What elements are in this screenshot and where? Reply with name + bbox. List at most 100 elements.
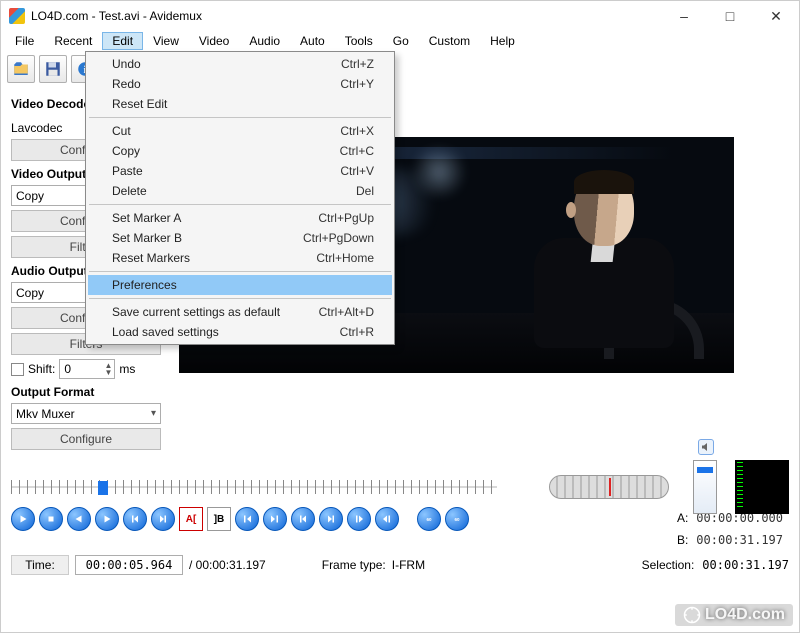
menu-tools[interactable]: Tools — [335, 32, 383, 50]
menuitem-shortcut: Ctrl+C — [340, 144, 374, 158]
close-button[interactable]: ✕ — [753, 1, 799, 31]
stop-button[interactable] — [39, 507, 63, 531]
open-file-button[interactable] — [7, 55, 35, 83]
titlebar: LO4D.com - Test.avi - Avidemux – □ ✕ — [1, 1, 799, 31]
menuitem-label: Preferences — [112, 278, 177, 292]
shift-checkbox[interactable] — [11, 363, 24, 376]
menuitem-label: Load saved settings — [112, 325, 219, 339]
volume-slider[interactable] — [693, 460, 717, 514]
menu-view[interactable]: View — [143, 32, 189, 50]
selection-label: Selection: — [642, 558, 695, 572]
menuitem-label: Delete — [112, 184, 147, 198]
set-marker-a-button[interactable]: A[ — [179, 507, 203, 531]
shift-spinbox[interactable]: 0 ▲▼ — [59, 359, 115, 379]
menuitem-copy[interactable]: Copy Ctrl+C — [88, 141, 392, 161]
shift-label: Shift: — [28, 362, 55, 376]
video-output-value: Copy — [16, 189, 44, 203]
menu-go[interactable]: Go — [383, 32, 419, 50]
menu-help[interactable]: Help — [480, 32, 525, 50]
time-label: Time: — [11, 555, 69, 575]
save-button[interactable] — [39, 55, 67, 83]
menu-file[interactable]: File — [5, 32, 44, 50]
menu-edit[interactable]: Edit — [102, 32, 143, 50]
menuitem-label: Reset Markers — [112, 251, 190, 265]
back-minute-button[interactable]: 60 — [417, 507, 441, 531]
menuitem-label: Paste — [112, 164, 143, 178]
svg-text:60: 60 — [426, 517, 432, 522]
menuitem-label: Reset Edit — [112, 97, 167, 111]
menu-custom[interactable]: Custom — [419, 32, 480, 50]
maximize-button[interactable]: □ — [707, 1, 753, 31]
minimize-button[interactable]: – — [661, 1, 707, 31]
frametype-value: I-FRM — [392, 558, 425, 572]
menuitem-label: Set Marker B — [112, 231, 182, 245]
menuitem-label: Set Marker A — [112, 211, 181, 225]
menuitem-shortcut: Ctrl+X — [340, 124, 374, 138]
menuitem-label: Redo — [112, 77, 141, 91]
menuitem-shortcut: Ctrl+R — [340, 325, 374, 339]
next-keyframe-button[interactable] — [151, 507, 175, 531]
menu-separator — [89, 117, 391, 118]
bottom-panel: A[ ]B 60 60 A: 00:00:00.000 B: 00:00:31.… — [1, 467, 799, 575]
menuitem-save-current-settings-as-default[interactable]: Save current settings as default Ctrl+Alt… — [88, 302, 392, 322]
menuitem-cut[interactable]: CutCtrl+X — [88, 121, 392, 141]
output-format-configure-button[interactable]: Configure — [11, 428, 161, 450]
menuitem-shortcut: Ctrl+V — [340, 164, 374, 178]
speaker-icon[interactable] — [698, 439, 714, 455]
menuitem-set-marker-b[interactable]: Set Marker B Ctrl+PgDown — [88, 228, 392, 248]
menuitem-undo[interactable]: UndoCtrl+Z — [88, 54, 392, 74]
menuitem-shortcut: Ctrl+Z — [341, 57, 374, 71]
fwd-minute-button[interactable]: 60 — [445, 507, 469, 531]
menu-recent[interactable]: Recent — [44, 32, 102, 50]
menuitem-shortcut: Ctrl+PgUp — [318, 211, 374, 225]
menu-video[interactable]: Video — [189, 32, 239, 50]
duration-label: / 00:00:31.197 — [189, 558, 266, 572]
output-format-label: Output Format — [11, 385, 171, 399]
menuitem-label: Save current settings as default — [112, 305, 280, 319]
menuitem-shortcut: Ctrl+Alt+D — [319, 305, 374, 319]
next-black-button[interactable] — [319, 507, 343, 531]
go-marker-b-button[interactable] — [263, 507, 287, 531]
svg-text:60: 60 — [454, 517, 460, 522]
menuitem-reset-edit[interactable]: Reset Edit — [88, 94, 392, 114]
menuitem-shortcut: Ctrl+Y — [340, 77, 374, 91]
menuitem-reset-markers[interactable]: Reset MarkersCtrl+Home — [88, 248, 392, 268]
first-frame-button[interactable] — [347, 507, 371, 531]
go-marker-a-button[interactable] — [235, 507, 259, 531]
timeline-scrubber[interactable] — [11, 477, 497, 497]
time-input[interactable]: 00:00:05.964 — [75, 555, 183, 575]
marker-b-label: B: — [677, 533, 688, 547]
audio-output-value: Copy — [16, 286, 44, 300]
play-button[interactable] — [11, 507, 35, 531]
menuitem-redo[interactable]: Redo Ctrl+Y — [88, 74, 392, 94]
prev-black-button[interactable] — [291, 507, 315, 531]
menuitem-paste[interactable]: Paste Ctrl+V — [88, 161, 392, 181]
audio-meter — [735, 460, 789, 514]
timeline-playhead[interactable] — [98, 481, 108, 495]
selection-value: 00:00:31.197 — [702, 558, 789, 572]
app-icon — [9, 8, 25, 24]
prev-frame-button[interactable] — [67, 507, 91, 531]
set-marker-b-button[interactable]: ]B — [207, 507, 231, 531]
menu-auto[interactable]: Auto — [290, 32, 335, 50]
menuitem-label: Copy — [112, 144, 140, 158]
window-title: LO4D.com - Test.avi - Avidemux — [31, 9, 202, 23]
menuitem-set-marker-a[interactable]: Set Marker A Ctrl+PgUp — [88, 208, 392, 228]
watermark: LO4D.com — [675, 604, 793, 626]
shift-value: 0 — [64, 362, 71, 376]
edit-menu-dropdown[interactable]: UndoCtrl+ZRedoCtrl+YReset EditCutCtrl+XC… — [85, 51, 395, 345]
shift-unit: ms — [119, 362, 135, 376]
menu-audio[interactable]: Audio — [239, 32, 290, 50]
output-format-select[interactable]: Mkv Muxer — [11, 403, 161, 424]
menuitem-shortcut: Ctrl+PgDown — [303, 231, 374, 245]
marker-b-value: 00:00:31.197 — [696, 533, 783, 547]
last-frame-button[interactable] — [375, 507, 399, 531]
menuitem-preferences[interactable]: Preferences — [88, 275, 392, 295]
jog-wheel[interactable] — [549, 475, 669, 499]
menu-separator — [89, 271, 391, 272]
menuitem-delete[interactable]: DeleteDel — [88, 181, 392, 201]
prev-keyframe-button[interactable] — [123, 507, 147, 531]
menu-separator — [89, 298, 391, 299]
next-frame-button[interactable] — [95, 507, 119, 531]
menuitem-load-saved-settings[interactable]: Load saved settings Ctrl+R — [88, 322, 392, 342]
